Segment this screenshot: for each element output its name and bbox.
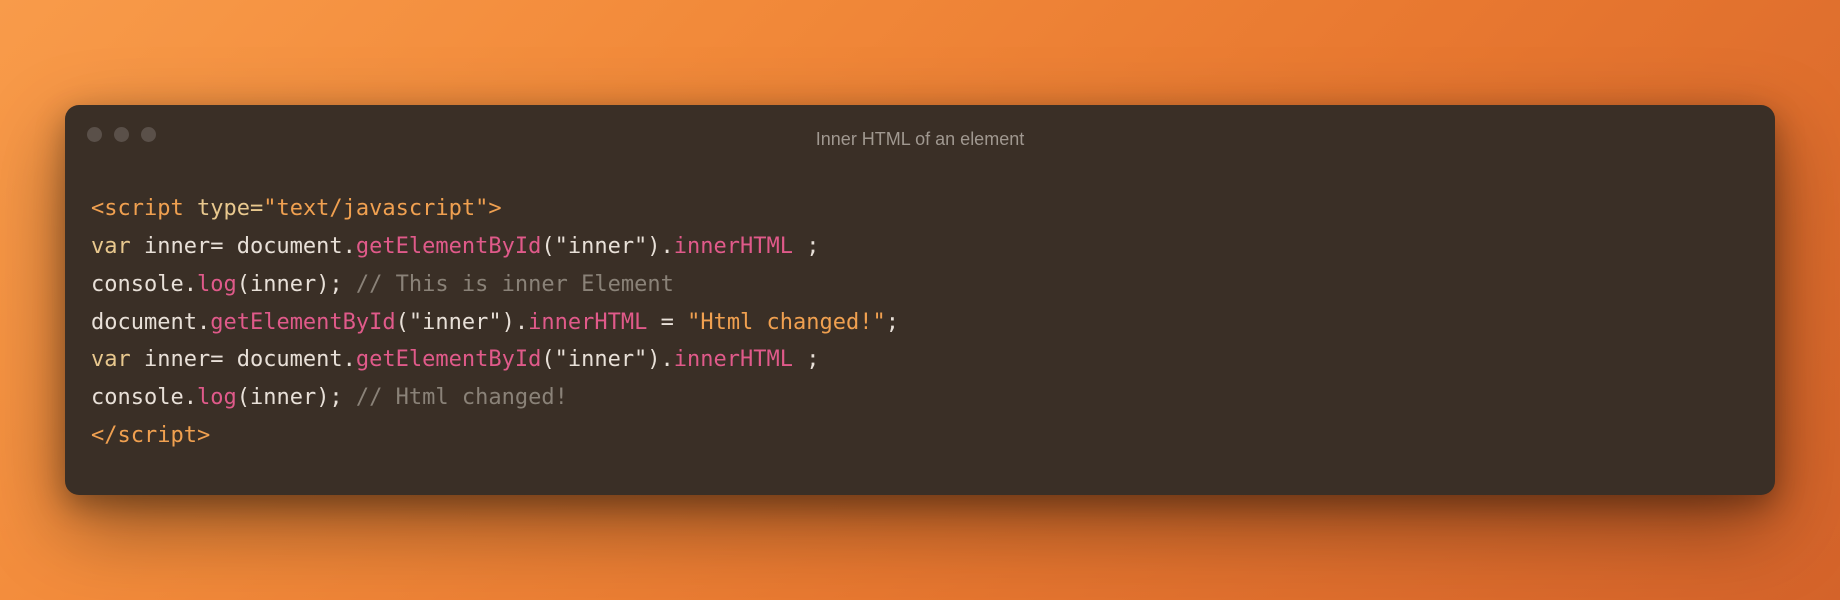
code-line-3: console.log(inner); // This is inner Ele… [91,272,674,297]
code-editor[interactable]: <script type="text/javascript"> var inne… [65,155,1775,495]
traffic-light-minimize[interactable] [114,127,129,142]
code-line-4: document.getElementById("inner").innerHT… [91,310,899,335]
traffic-light-close[interactable] [87,127,102,142]
code-line-7: </script> [91,423,210,448]
window-titlebar: Inner HTML of an element [65,105,1775,155]
code-window: Inner HTML of an element <script type="t… [65,105,1775,495]
window-title: Inner HTML of an element [85,129,1755,150]
code-line-1: <script type="text/javascript"> [91,196,502,221]
traffic-light-zoom[interactable] [141,127,156,142]
code-line-5: var inner= document.getElementById("inne… [91,347,820,372]
code-line-2: var inner= document.getElementById("inne… [91,234,820,259]
traffic-lights [87,127,156,142]
code-line-6: console.log(inner); // Html changed! [91,385,568,410]
